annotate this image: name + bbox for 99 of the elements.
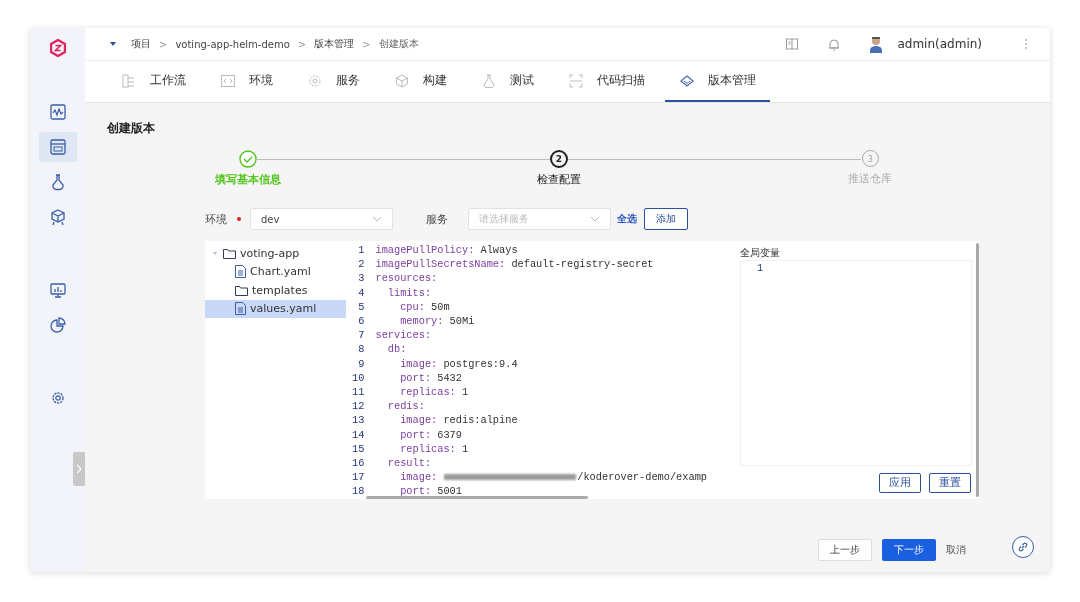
apply-button[interactable]: 应用 (879, 473, 921, 493)
line-number: 6 (357, 315, 366, 328)
tab[interactable]: 版本管理 (665, 61, 770, 102)
tab[interactable]: 工作流 (107, 61, 200, 102)
pie-chart-icon (48, 316, 67, 334)
line-number: 18 (351, 485, 366, 498)
scrollbar[interactable] (976, 243, 979, 497)
code-line: db: (386, 343, 407, 356)
page-title: 创建版本 (107, 120, 156, 137)
line-number: 7 (357, 329, 366, 342)
code-line: cpu: 50m (399, 300, 450, 313)
add-button[interactable]: 添加 (644, 208, 688, 230)
line-number: 10 (351, 371, 366, 384)
scrollbar[interactable] (366, 496, 589, 499)
breadcrumb-item[interactable]: voting-app-helm-demo (175, 38, 290, 50)
code-line: memory: 50Mi (399, 315, 475, 328)
field-label: 服务 (426, 211, 448, 227)
tree-item[interactable]: voting-app (205, 244, 347, 263)
code-line: result: (386, 456, 432, 469)
code-line: services: (375, 329, 432, 342)
cube-icon (48, 208, 67, 226)
sidebar-item[interactable] (38, 132, 77, 162)
next-button[interactable]: 下一步 (882, 539, 936, 561)
code-line: image: redis:alpine (399, 414, 518, 427)
tab[interactable]: 代码扫描 (554, 61, 659, 102)
step-number: 2 (550, 150, 568, 168)
chevron-down-icon (590, 216, 600, 222)
line-number: 8 (357, 343, 366, 356)
previous-button[interactable]: 上一步 (818, 539, 872, 561)
line-number: 2 (357, 258, 366, 271)
code-line: port: 5432 (399, 371, 462, 384)
float-button[interactable] (1012, 536, 1034, 558)
tab[interactable]: 测试 (467, 61, 548, 102)
tab[interactable]: 环境 (206, 61, 287, 102)
chevron-down-icon (372, 216, 382, 222)
breadcrumb-separator: > (159, 38, 168, 50)
select-all-link[interactable]: 全选 (617, 212, 637, 226)
bell-icon[interactable] (827, 37, 842, 51)
cancel-button[interactable]: 取消 (946, 543, 966, 557)
line-number: 4 (357, 286, 366, 299)
breadcrumb-item[interactable]: 版本管理 (314, 37, 355, 51)
user-name[interactable]: admin(admin) (897, 37, 982, 51)
code-line: limits: (386, 286, 432, 299)
environment-select[interactable]: dev (250, 208, 393, 230)
gear-icon (307, 72, 323, 89)
pulse-chart-icon (48, 103, 67, 121)
line-number: 16 (351, 456, 366, 469)
line-number: 17 (351, 471, 366, 484)
code-line: port: 6379 (399, 428, 462, 441)
avatar-icon[interactable] (869, 35, 884, 53)
code-line: imagePullSecretsName: default-registry-secret (375, 258, 654, 271)
cube-icon (394, 72, 410, 89)
link-icon (1017, 541, 1029, 553)
code-line: imagePullPolicy: Always (375, 244, 518, 257)
line-number: 15 (351, 442, 366, 455)
book-icon[interactable] (785, 37, 800, 51)
code-line: image: (399, 471, 438, 484)
chevron-right-icon (76, 464, 82, 474)
code-line: redis: (386, 400, 425, 413)
variables-editor[interactable]: 1 (739, 260, 972, 466)
breadcrumb-separator: > (362, 38, 371, 50)
line-number: 11 (351, 385, 366, 398)
code-line: port: 5001 (399, 485, 462, 498)
line-number: 14 (351, 428, 366, 441)
caret-down-icon[interactable] (109, 41, 117, 47)
tree-item[interactable]: templates (205, 281, 347, 300)
step-label: 检查配置 (537, 172, 581, 187)
line-number: 3 (357, 272, 366, 285)
flask-icon (481, 72, 497, 89)
line-number: 9 (357, 357, 366, 370)
line-number: 5 (357, 300, 366, 313)
panel-title: 全局变量 (739, 246, 781, 260)
reset-button[interactable]: 重置 (929, 473, 971, 493)
breadcrumb-item[interactable]: 项目 (131, 37, 151, 51)
tree-item[interactable]: Chart.yaml (205, 262, 347, 281)
monitor-chart-icon (48, 281, 67, 299)
pm-window-icon (48, 138, 67, 156)
tab[interactable]: 构建 (380, 61, 461, 102)
code-line: replicas: 1 (399, 385, 469, 398)
hexagon-logo-icon[interactable] (49, 39, 66, 57)
code-line: resources: (375, 272, 438, 285)
tab[interactable]: 服务 (293, 61, 374, 102)
collapse-handle[interactable] (73, 452, 85, 486)
tree-item[interactable]: values.yaml (205, 299, 347, 318)
step-label: 填写基本信息 (215, 172, 281, 187)
code-line: image: postgres:9.4 (399, 357, 518, 370)
code-line: replicas: 1 (399, 442, 469, 455)
line-number: 12 (351, 400, 366, 413)
line-number: 1 (357, 244, 366, 257)
line-number: 13 (351, 414, 366, 427)
list-icon (121, 72, 137, 89)
line-number: 1 (755, 263, 763, 274)
code-window-icon (220, 72, 236, 89)
breadcrumb-item: 创建版本 (378, 37, 419, 51)
field-label: 环境 (205, 211, 227, 227)
breadcrumb-separator: > (297, 38, 307, 50)
step-label: 推送仓库 (848, 171, 892, 186)
scan-icon (568, 72, 584, 89)
code-text: /koderover-demo/examp (577, 471, 707, 484)
